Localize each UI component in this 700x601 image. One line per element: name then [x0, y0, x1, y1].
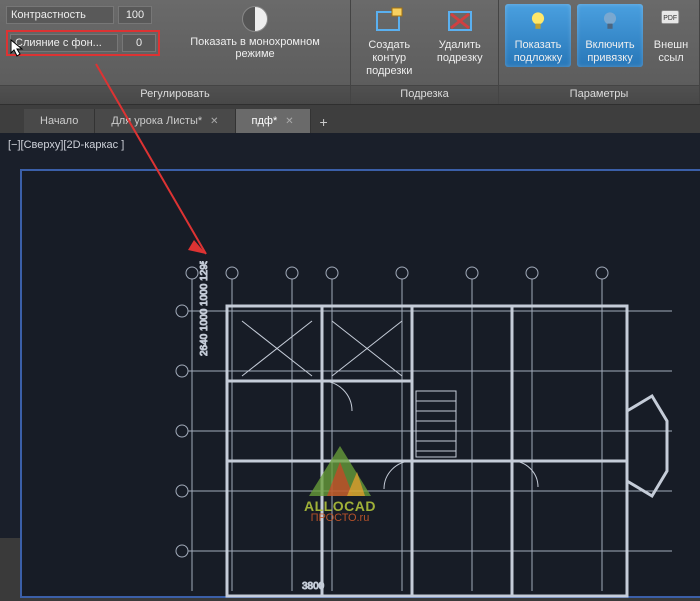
show-underlay-button[interactable]: Показать подложку [505, 4, 571, 67]
svg-text:PDF: PDF [663, 15, 677, 22]
ribbon: Контрастность 100 Слияние с фон... 0 Пок… [0, 0, 700, 105]
tab-lesson-sheets[interactable]: Для урока Листы*✕ [95, 109, 235, 133]
monochrome-icon [242, 6, 268, 32]
clip-title: Подрезка [351, 85, 498, 104]
tab-start[interactable]: Начало [24, 109, 95, 133]
tabstrip: Начало Для урока Листы*✕ пдф*✕ + [0, 105, 700, 133]
add-tab-button[interactable]: + [311, 111, 337, 133]
create-clip-icon [374, 6, 404, 36]
svg-text:3800: 3800 [302, 581, 325, 592]
fade-label: Слияние с фон... [10, 34, 118, 52]
enable-snap-label: Включить привязку [581, 39, 639, 65]
lightbulb-on-icon [523, 6, 553, 36]
contrast-row: Контрастность 100 [6, 4, 160, 26]
external-refs-button[interactable]: PDF Внешн ссыл [649, 4, 693, 67]
floor-plan-drawing: 2640 1000 1000 1295 3800 [172, 261, 692, 601]
monochrome-label: Показать в монохромном режиме [170, 36, 340, 60]
svg-text:2640 1000 1000 1295: 2640 1000 1000 1295 [199, 261, 210, 356]
params-title: Параметры [499, 85, 699, 104]
monochrome-button[interactable]: Показать в монохромном режиме [166, 4, 344, 62]
viewport[interactable]: [−][Сверху][2D-каркас ] [0, 133, 700, 538]
contrast-label: Контрастность [6, 6, 114, 24]
external-refs-label: Внешн ссыл [653, 39, 689, 65]
contrast-value[interactable]: 100 [118, 6, 152, 24]
pdf-icon: PDF [656, 6, 686, 36]
lightbulb-dim-icon [595, 6, 625, 36]
drawing-frame: 2640 1000 1000 1295 3800 [20, 169, 700, 598]
ribbon-section-params: Показать подложку Включить привязку PDF … [499, 0, 700, 104]
close-icon[interactable]: ✕ [210, 116, 218, 127]
remove-clip-icon [445, 6, 475, 36]
create-clip-label: Создать контур подрезки [361, 39, 418, 79]
create-clip-button[interactable]: Создать контур подрезки [357, 4, 422, 81]
tab-pdf[interactable]: пдф*✕ [236, 109, 311, 133]
fade-highlight: Слияние с фон... 0 [6, 30, 160, 56]
remove-clip-button[interactable]: Удалить подрезку [428, 4, 493, 67]
regulate-title: Регулировать [0, 85, 350, 104]
viewport-label[interactable]: [−][Сверху][2D-каркас ] [8, 139, 124, 151]
ribbon-section-clip: Создать контур подрезки Удалить подрезку… [351, 0, 499, 104]
show-underlay-label: Показать подложку [509, 39, 567, 65]
fade-row: Слияние с фон... 0 [8, 32, 158, 54]
enable-snap-button[interactable]: Включить привязку [577, 4, 643, 67]
close-icon[interactable]: ✕ [285, 116, 293, 127]
ribbon-section-regulate: Контрастность 100 Слияние с фон... 0 Пок… [0, 0, 351, 104]
fade-value[interactable]: 0 [122, 34, 156, 52]
remove-clip-label: Удалить подрезку [432, 39, 489, 65]
